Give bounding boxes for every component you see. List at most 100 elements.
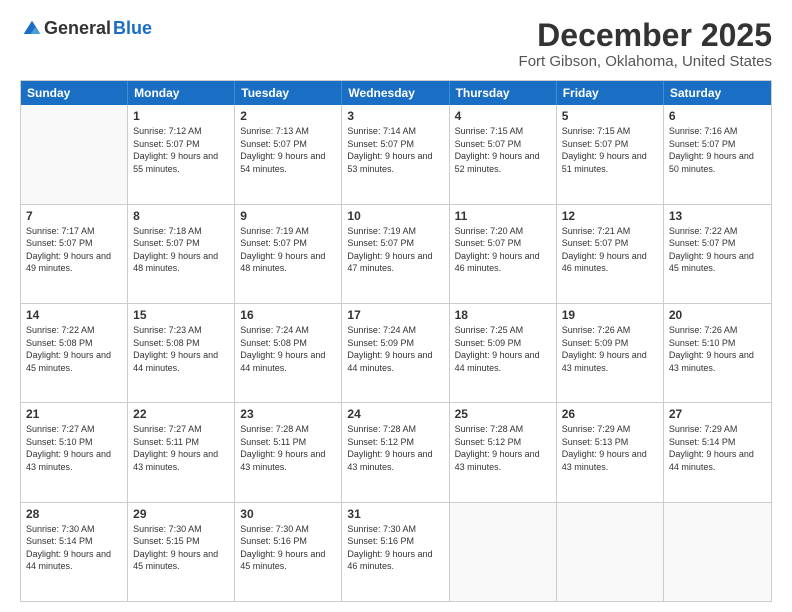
calendar-cell: 15 Sunrise: 7:23 AM Sunset: 5:08 PM Dayli… [128, 304, 235, 402]
day-number: 25 [455, 407, 551, 421]
day-info: Sunrise: 7:16 AM Sunset: 5:07 PM Dayligh… [669, 125, 766, 175]
day-number: 28 [26, 507, 122, 521]
calendar-cell: 19Sunrise: 7:26 AM Sunset: 5:09 PM Dayli… [557, 304, 664, 402]
weekday-header: Tuesday [235, 81, 342, 105]
day-info: Sunrise: 7:30 AM Sunset: 5:16 PM Dayligh… [347, 523, 443, 573]
calendar-cell: 23 Sunrise: 7:28 AM Sunset: 5:11 PM Dayli… [235, 403, 342, 501]
day-number: 6 [669, 109, 766, 123]
day-info: Sunrise: 7:19 AM Sunset: 5:07 PM Dayligh… [240, 225, 336, 275]
day-number: 4 [455, 109, 551, 123]
page: GeneralBlue December 2025 Fort Gibson, O… [0, 0, 792, 612]
day-number: 20 [669, 308, 766, 322]
day-number: 22 [133, 407, 229, 421]
day-info: Sunrise: 7:24 AM Sunset: 5:09 PM Dayligh… [347, 324, 443, 374]
day-number: 5 [562, 109, 658, 123]
weekday-header: Friday [557, 81, 664, 105]
day-number: 9 [240, 209, 336, 223]
day-number: 30 [240, 507, 336, 521]
calendar-cell: 21Sunrise: 7:27 AM Sunset: 5:10 PM Dayli… [21, 403, 128, 501]
calendar-cell: 9 Sunrise: 7:19 AM Sunset: 5:07 PM Daylig… [235, 205, 342, 303]
calendar-cell: 24Sunrise: 7:28 AM Sunset: 5:12 PM Dayli… [342, 403, 449, 501]
logo-blue: Blue [113, 18, 152, 39]
day-info: Sunrise: 7:26 AM Sunset: 5:09 PM Dayligh… [562, 324, 658, 374]
title-block: December 2025 Fort Gibson, Oklahoma, Uni… [519, 18, 772, 70]
weekday-header: Wednesday [342, 81, 449, 105]
day-number: 8 [133, 209, 229, 223]
logo-icon [22, 19, 42, 39]
calendar-cell: 3Sunrise: 7:14 AM Sunset: 5:07 PM Daylig… [342, 105, 449, 203]
calendar-cell: 2 Sunrise: 7:13 AM Sunset: 5:07 PM Daylig… [235, 105, 342, 203]
day-info: Sunrise: 7:28 AM Sunset: 5:11 PM Dayligh… [240, 423, 336, 473]
calendar-cell: 18Sunrise: 7:25 AM Sunset: 5:09 PM Dayli… [450, 304, 557, 402]
calendar-week: 14 Sunrise: 7:22 AM Sunset: 5:08 PM Dayli… [21, 304, 771, 403]
main-title: December 2025 [519, 18, 772, 53]
day-info: Sunrise: 7:26 AM Sunset: 5:10 PM Dayligh… [669, 324, 766, 374]
day-number: 11 [455, 209, 551, 223]
day-number: 12 [562, 209, 658, 223]
calendar-cell [450, 503, 557, 601]
day-info: Sunrise: 7:15 AM Sunset: 5:07 PM Dayligh… [455, 125, 551, 175]
day-number: 15 [133, 308, 229, 322]
day-info: Sunrise: 7:19 AM Sunset: 5:07 PM Dayligh… [347, 225, 443, 275]
subtitle: Fort Gibson, Oklahoma, United States [519, 53, 772, 70]
calendar-cell: 6 Sunrise: 7:16 AM Sunset: 5:07 PM Daylig… [664, 105, 771, 203]
day-number: 24 [347, 407, 443, 421]
day-number: 7 [26, 209, 122, 223]
day-number: 13 [669, 209, 766, 223]
day-info: Sunrise: 7:29 AM Sunset: 5:13 PM Dayligh… [562, 423, 658, 473]
calendar-week: 1 Sunrise: 7:12 AM Sunset: 5:07 PM Daylig… [21, 105, 771, 204]
day-number: 21 [26, 407, 122, 421]
calendar-body: 1 Sunrise: 7:12 AM Sunset: 5:07 PM Daylig… [21, 105, 771, 601]
calendar-cell [21, 105, 128, 203]
day-info: Sunrise: 7:25 AM Sunset: 5:09 PM Dayligh… [455, 324, 551, 374]
calendar-cell: 5 Sunrise: 7:15 AM Sunset: 5:07 PM Daylig… [557, 105, 664, 203]
calendar-cell: 20 Sunrise: 7:26 AM Sunset: 5:10 PM Dayli… [664, 304, 771, 402]
day-info: Sunrise: 7:20 AM Sunset: 5:07 PM Dayligh… [455, 225, 551, 275]
day-info: Sunrise: 7:24 AM Sunset: 5:08 PM Dayligh… [240, 324, 336, 374]
calendar-cell: 14 Sunrise: 7:22 AM Sunset: 5:08 PM Dayli… [21, 304, 128, 402]
day-number: 1 [133, 109, 229, 123]
day-info: Sunrise: 7:12 AM Sunset: 5:07 PM Dayligh… [133, 125, 229, 175]
day-info: Sunrise: 7:28 AM Sunset: 5:12 PM Dayligh… [455, 423, 551, 473]
logo: GeneralBlue [20, 18, 152, 39]
calendar-header: SundayMondayTuesdayWednesdayThursdayFrid… [21, 81, 771, 105]
calendar-cell [557, 503, 664, 601]
weekday-header: Thursday [450, 81, 557, 105]
day-info: Sunrise: 7:29 AM Sunset: 5:14 PM Dayligh… [669, 423, 766, 473]
calendar-week: 28Sunrise: 7:30 AM Sunset: 5:14 PM Dayli… [21, 503, 771, 601]
calendar-cell: 4 Sunrise: 7:15 AM Sunset: 5:07 PM Daylig… [450, 105, 557, 203]
weekday-header: Saturday [664, 81, 771, 105]
calendar-week: 7 Sunrise: 7:17 AM Sunset: 5:07 PM Daylig… [21, 205, 771, 304]
calendar-cell: 25 Sunrise: 7:28 AM Sunset: 5:12 PM Dayli… [450, 403, 557, 501]
calendar-cell: 27Sunrise: 7:29 AM Sunset: 5:14 PM Dayli… [664, 403, 771, 501]
day-info: Sunrise: 7:23 AM Sunset: 5:08 PM Dayligh… [133, 324, 229, 374]
calendar-week: 21Sunrise: 7:27 AM Sunset: 5:10 PM Dayli… [21, 403, 771, 502]
day-info: Sunrise: 7:22 AM Sunset: 5:08 PM Dayligh… [26, 324, 122, 374]
day-number: 14 [26, 308, 122, 322]
header: GeneralBlue December 2025 Fort Gibson, O… [20, 18, 772, 70]
calendar-cell: 26 Sunrise: 7:29 AM Sunset: 5:13 PM Dayli… [557, 403, 664, 501]
day-info: Sunrise: 7:21 AM Sunset: 5:07 PM Dayligh… [562, 225, 658, 275]
day-info: Sunrise: 7:15 AM Sunset: 5:07 PM Dayligh… [562, 125, 658, 175]
calendar-cell: 1 Sunrise: 7:12 AM Sunset: 5:07 PM Daylig… [128, 105, 235, 203]
day-info: Sunrise: 7:18 AM Sunset: 5:07 PM Dayligh… [133, 225, 229, 275]
calendar-cell: 17Sunrise: 7:24 AM Sunset: 5:09 PM Dayli… [342, 304, 449, 402]
day-info: Sunrise: 7:30 AM Sunset: 5:15 PM Dayligh… [133, 523, 229, 573]
day-number: 26 [562, 407, 658, 421]
day-info: Sunrise: 7:14 AM Sunset: 5:07 PM Dayligh… [347, 125, 443, 175]
day-number: 29 [133, 507, 229, 521]
logo-general: General [44, 18, 111, 39]
day-info: Sunrise: 7:17 AM Sunset: 5:07 PM Dayligh… [26, 225, 122, 275]
day-number: 10 [347, 209, 443, 223]
weekday-header: Sunday [21, 81, 128, 105]
calendar-cell [664, 503, 771, 601]
day-info: Sunrise: 7:30 AM Sunset: 5:16 PM Dayligh… [240, 523, 336, 573]
calendar-cell: 31Sunrise: 7:30 AM Sunset: 5:16 PM Dayli… [342, 503, 449, 601]
day-info: Sunrise: 7:27 AM Sunset: 5:11 PM Dayligh… [133, 423, 229, 473]
day-number: 2 [240, 109, 336, 123]
calendar-cell: 28Sunrise: 7:30 AM Sunset: 5:14 PM Dayli… [21, 503, 128, 601]
calendar-cell: 12 Sunrise: 7:21 AM Sunset: 5:07 PM Dayli… [557, 205, 664, 303]
calendar-cell: 22 Sunrise: 7:27 AM Sunset: 5:11 PM Dayli… [128, 403, 235, 501]
day-number: 23 [240, 407, 336, 421]
day-info: Sunrise: 7:13 AM Sunset: 5:07 PM Dayligh… [240, 125, 336, 175]
